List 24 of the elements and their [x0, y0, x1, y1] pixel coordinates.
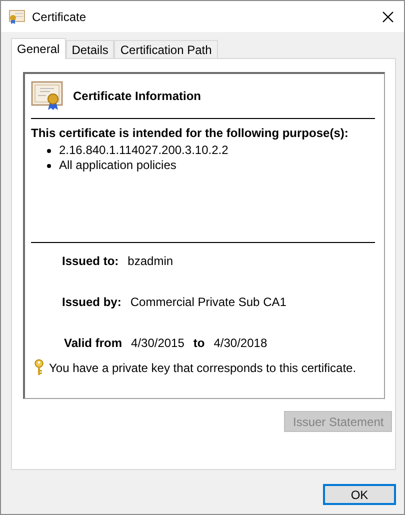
field-label: to — [193, 336, 205, 350]
tab[interactable]: Certification Path — [114, 40, 218, 58]
tab[interactable]: General — [11, 38, 66, 59]
purpose-heading: This certificate is intended for the following purpose(s): — [31, 126, 350, 140]
field-label: Issued by: — [62, 295, 122, 309]
purpose-item: All application policies — [59, 158, 176, 173]
certificate-icon — [9, 10, 25, 24]
ok-button[interactable]: OK — [323, 484, 396, 505]
close-icon[interactable] — [382, 10, 394, 22]
field-label: Valid from — [64, 336, 122, 350]
bullet-icon — [47, 164, 51, 168]
field-value: 4/30/2015 — [131, 336, 184, 350]
field-value: bzadmin — [128, 254, 174, 268]
key-icon — [34, 359, 44, 376]
certificate-icon — [31, 81, 63, 111]
field-label: Issued to: — [62, 254, 119, 268]
private-key-note: You have a private key that corresponds to this certificate. — [49, 360, 356, 374]
bullet-icon — [47, 149, 51, 153]
window-title: Certificate — [32, 10, 88, 24]
section-heading: Certificate Information — [73, 89, 202, 103]
purpose-item: 2.16.840.1.114027.200.3.10.2.2 — [59, 143, 228, 158]
field-value: 4/30/2018 — [214, 336, 268, 350]
field-value: Commercial Private Sub CA1 — [130, 295, 286, 309]
tab[interactable]: Details — [66, 40, 114, 58]
